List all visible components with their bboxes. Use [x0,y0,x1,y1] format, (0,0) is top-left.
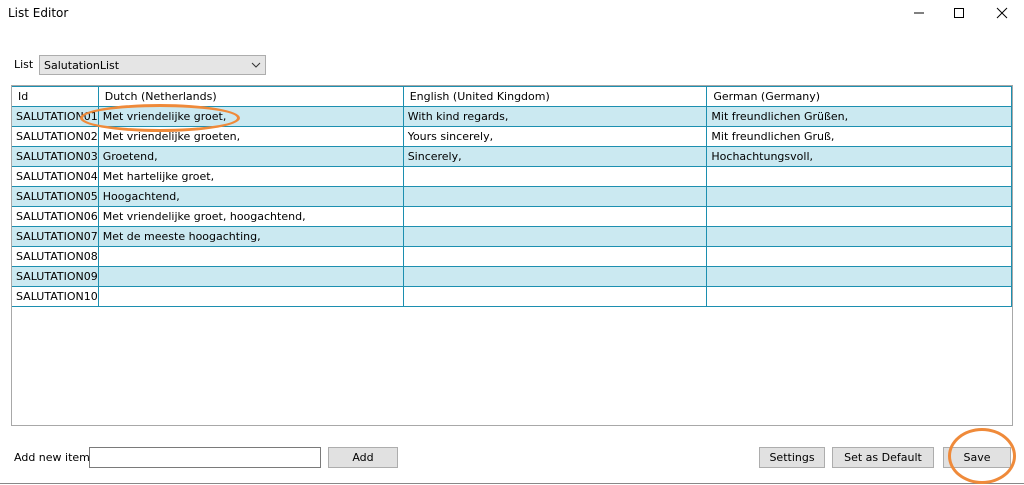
minimize-icon [914,12,924,14]
column-header-english[interactable]: English (United Kingdom) [402,86,708,107]
cell-english[interactable] [402,246,708,267]
cell-dutch[interactable] [97,246,404,267]
table-row[interactable]: SALUTATION02 Met vriendelijke groeten, Y… [12,126,1012,147]
cell-dutch[interactable]: Met vriendelijke groeten, [97,126,404,147]
cell-german[interactable] [706,266,1012,287]
set-default-button[interactable]: Set as Default [832,447,934,468]
list-grid[interactable]: Id Dutch (Netherlands) English (United K… [11,85,1013,426]
maximize-icon [954,8,964,18]
cell-english[interactable]: With kind regards, [402,106,708,127]
cell-english[interactable]: Sincerely, [402,146,708,167]
cell-id[interactable]: SALUTATION08 [12,246,99,267]
add-button[interactable]: Add [328,447,398,468]
table-row[interactable]: SALUTATION01 Met vriendelijke groet, Wit… [12,106,1012,127]
table-row[interactable]: SALUTATION10 [12,286,1012,307]
add-item-label: Add new item [14,451,90,464]
chevron-down-icon [251,62,261,68]
cell-id[interactable]: SALUTATION02 [12,126,99,147]
grid-table: Id Dutch (Netherlands) English (United K… [12,86,1012,307]
cell-dutch[interactable]: Met de meeste hoogachting, [97,226,404,247]
table-row[interactable]: SALUTATION04 Met hartelijke groet, [12,166,1012,187]
close-icon [996,7,1008,19]
table-row[interactable]: SALUTATION07 Met de meeste hoogachting, [12,226,1012,247]
grid-header-row: Id Dutch (Netherlands) English (United K… [12,86,1012,107]
cell-german[interactable] [706,186,1012,207]
cell-german[interactable] [706,286,1012,307]
table-row[interactable]: SALUTATION06 Met vriendelijke groet, hoo… [12,206,1012,227]
cell-dutch[interactable] [97,286,404,307]
table-row[interactable]: SALUTATION03 Groetend, Sincerely, Hochac… [12,146,1012,167]
cell-german[interactable]: Hochachtungsvoll, [706,146,1012,167]
cell-english[interactable] [402,206,708,227]
cell-german[interactable] [706,246,1012,267]
cell-german[interactable] [706,166,1012,187]
list-label: List [14,58,34,71]
cell-german[interactable]: Mit freundlichen Grüßen, [706,106,1012,127]
cell-id[interactable]: SALUTATION10 [12,286,99,307]
cell-english[interactable] [402,226,708,247]
close-button[interactable] [979,0,1024,26]
cell-id[interactable]: SALUTATION03 [12,146,99,167]
cell-english[interactable] [402,266,708,287]
window-title: List Editor [8,6,69,20]
cell-dutch[interactable] [97,266,404,287]
cell-id[interactable]: SALUTATION01 [12,106,99,127]
table-row[interactable]: SALUTATION05 Hoogachtend, [12,186,1012,207]
cell-english[interactable] [402,166,708,187]
cell-english[interactable] [402,186,708,207]
cell-german[interactable]: Mit freundlichen Gruß, [706,126,1012,147]
cell-id[interactable]: SALUTATION07 [12,226,99,247]
table-row[interactable]: SALUTATION09 [12,266,1012,287]
column-header-dutch[interactable]: Dutch (Netherlands) [97,86,404,107]
cell-english[interactable] [402,286,708,307]
cell-german[interactable] [706,206,1012,227]
cell-english[interactable]: Yours sincerely, [402,126,708,147]
cell-id[interactable]: SALUTATION04 [12,166,99,187]
cell-dutch[interactable]: Met hartelijke groet, [97,166,404,187]
add-item-input[interactable] [89,447,321,468]
cell-german[interactable] [706,226,1012,247]
list-dropdown-value: SalutationList [44,59,120,72]
column-header-id[interactable]: Id [12,86,99,107]
settings-button[interactable]: Settings [759,447,825,468]
list-dropdown[interactable]: SalutationList [39,55,266,75]
cell-dutch[interactable]: Met vriendelijke groet, hoogachtend, [97,206,404,227]
cell-id[interactable]: SALUTATION06 [12,206,99,227]
column-header-german[interactable]: German (Germany) [706,86,1012,107]
maximize-button[interactable] [936,0,982,26]
cell-dutch[interactable]: Hoogachtend, [97,186,404,207]
table-row[interactable]: SALUTATION08 [12,246,1012,267]
cell-dutch[interactable]: Met vriendelijke groet, [97,106,404,127]
cell-id[interactable]: SALUTATION09 [12,266,99,287]
cell-dutch[interactable]: Groetend, [97,146,404,167]
save-button[interactable]: Save [943,447,1011,468]
window-bottom-border [0,483,1024,484]
cell-id[interactable]: SALUTATION05 [12,186,99,207]
